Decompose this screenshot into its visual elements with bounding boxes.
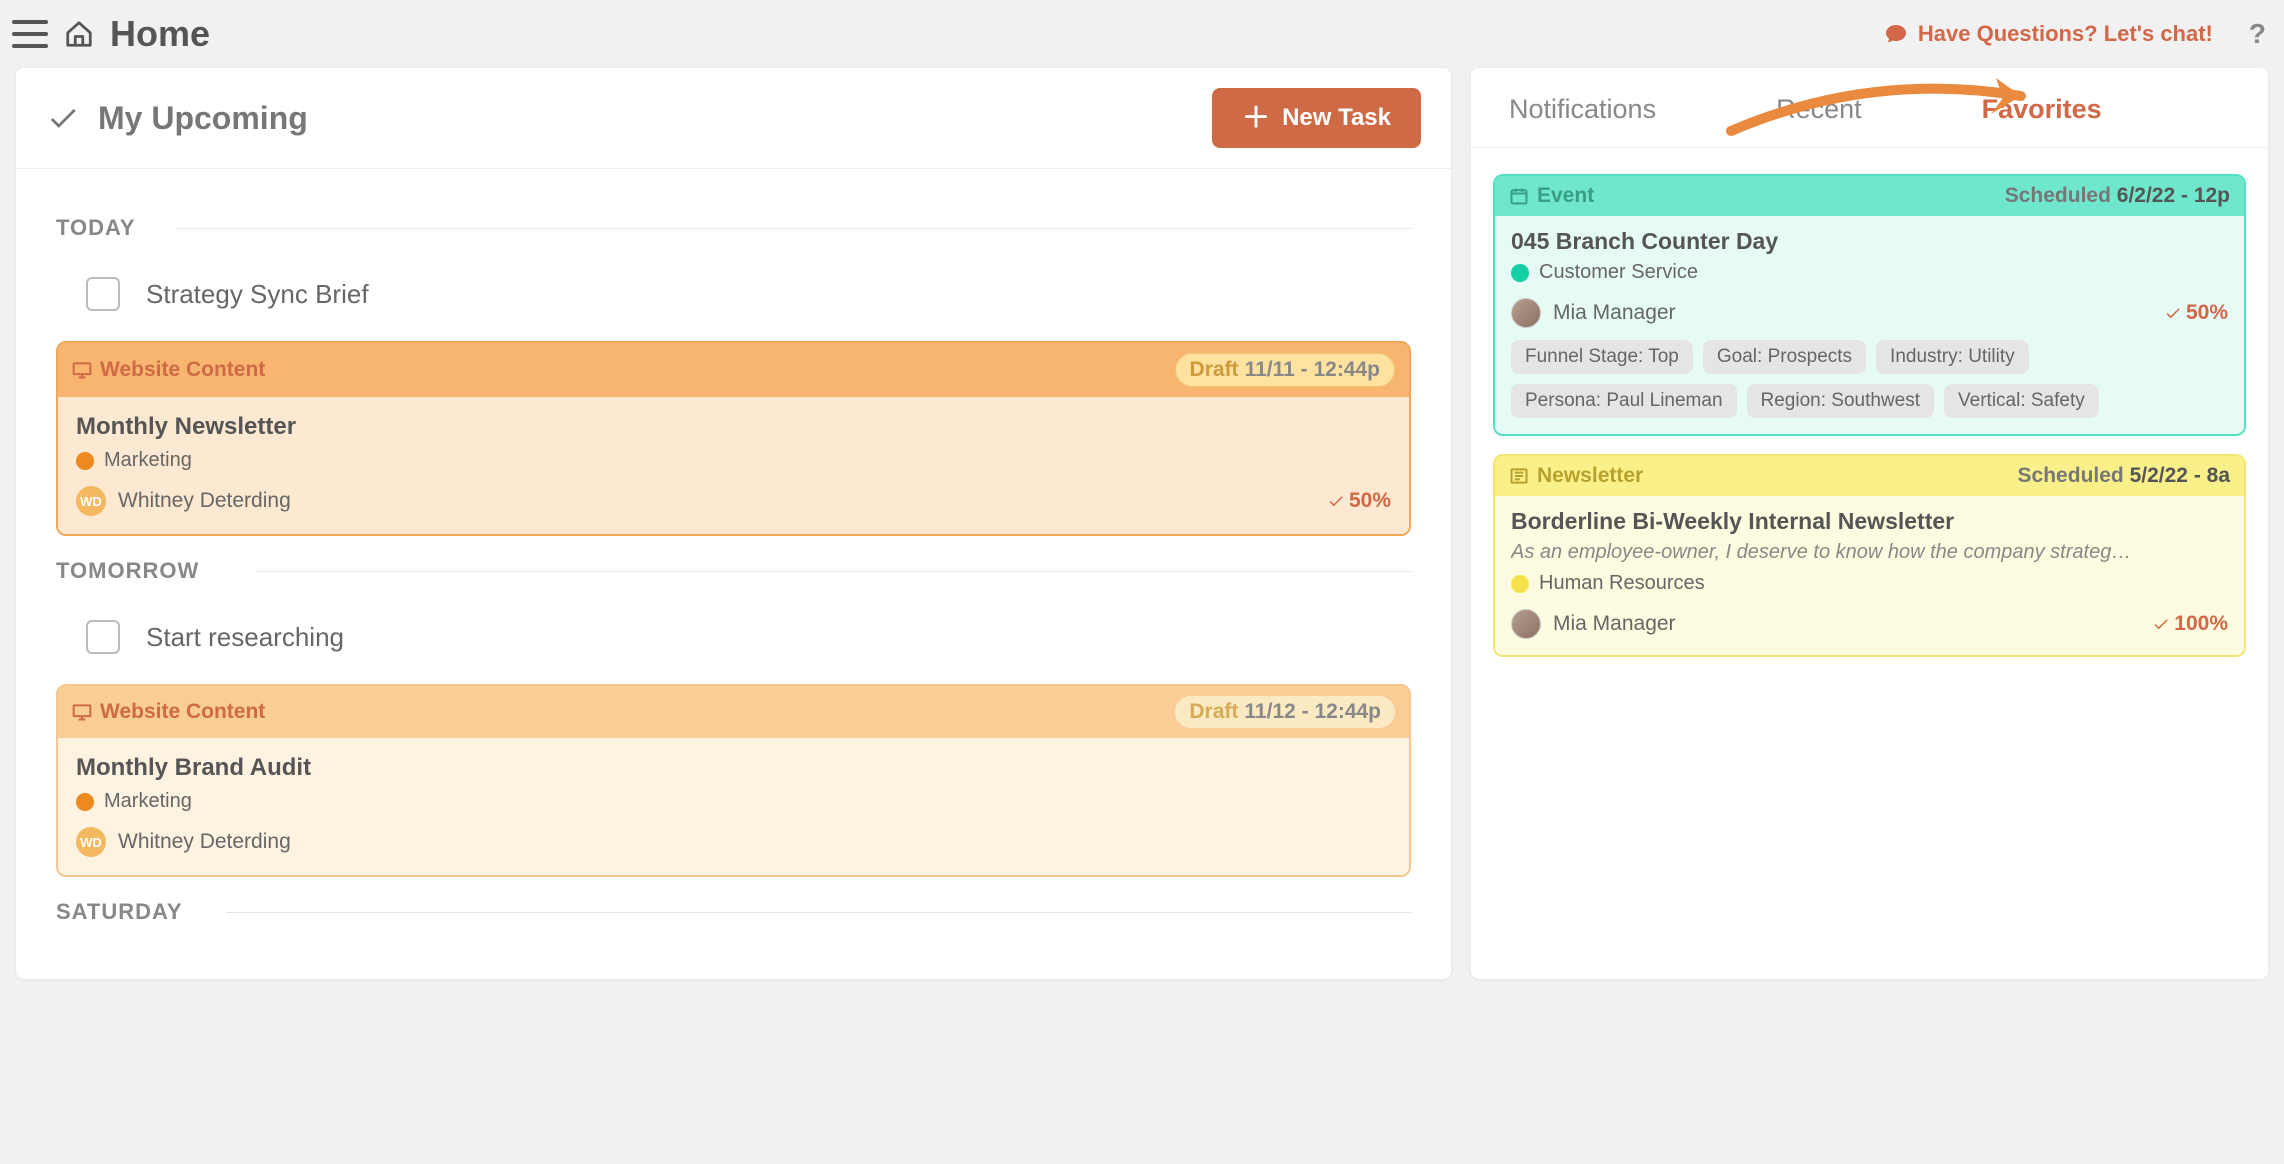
newsletter-icon (1509, 466, 1529, 486)
tag[interactable]: Industry: Utility (1876, 340, 2029, 374)
favorites-panel: Notifications Recent Favorites Event Sch… (1471, 68, 2268, 979)
day-heading-saturday: SATURDAY (56, 899, 1411, 925)
favorite-category: Customer Service (1511, 261, 2228, 284)
assignee-name: Mia Manager (1553, 301, 1676, 325)
topbar: Home Have Questions? Let's chat! ? (0, 0, 2284, 68)
category-label: Customer Service (1539, 261, 1698, 284)
scheduled-datetime: 6/2/22 - 12p (2117, 184, 2230, 207)
assignee-name: Whitney Deterding (118, 830, 291, 854)
progress-value: 50% (1349, 489, 1391, 513)
card-title: Monthly Newsletter (76, 413, 1391, 441)
avatar (1511, 609, 1541, 639)
avatar (1511, 298, 1541, 328)
help-icon[interactable]: ? (2249, 18, 2266, 50)
day-heading-today: TODAY (56, 215, 1411, 241)
tabs: Notifications Recent Favorites (1471, 68, 2268, 148)
card-title: Monthly Brand Audit (76, 754, 1391, 782)
tag[interactable]: Persona: Paul Lineman (1511, 384, 1737, 418)
color-dot (76, 452, 94, 470)
tag[interactable]: Region: Southwest (1747, 384, 1935, 418)
progress-value: 100% (2174, 612, 2228, 636)
chat-link-label: Have Questions? Let's chat! (1918, 21, 2213, 47)
task-row[interactable]: Strategy Sync Brief (56, 255, 1411, 333)
status-text: Draft (1189, 700, 1238, 724)
progress-indicator: 50% (2164, 301, 2228, 325)
card-type-label: Website Content (100, 358, 265, 382)
favorite-title: Borderline Bi-Weekly Internal Newsletter (1511, 508, 2228, 535)
task-label: Start researching (146, 622, 344, 653)
favorite-category: Human Resources (1511, 572, 2228, 595)
scheduled-label: Scheduled (2018, 464, 2124, 487)
content-card[interactable]: Website Content Draft 11/12 - 12:44p Mon… (56, 684, 1411, 877)
task-checkbox[interactable] (86, 620, 120, 654)
tag[interactable]: Goal: Prospects (1703, 340, 1866, 374)
page-title: Home (110, 13, 210, 55)
progress-indicator: 50% (1327, 489, 1391, 513)
favorite-type-label: Event (1537, 184, 1594, 208)
tag[interactable]: Vertical: Safety (1944, 384, 2099, 418)
color-dot (76, 793, 94, 811)
category-label: Human Resources (1539, 572, 1705, 595)
status-datetime: 11/11 - 12:44p (1245, 358, 1380, 382)
tab-favorites[interactable]: Favorites (1982, 94, 2102, 125)
assignee-name: Whitney Deterding (118, 489, 291, 513)
day-heading-tomorrow: TOMORROW (56, 558, 1411, 584)
upcoming-panel: My Upcoming ＋ New Task TODAY Strategy Sy… (16, 68, 1451, 979)
avatar: WD (76, 486, 106, 516)
status-datetime: 11/12 - 12:44p (1244, 700, 1381, 724)
card-category: Marketing (76, 449, 1391, 472)
favorite-description: As an employee-owner, I deserve to know … (1511, 541, 2228, 564)
avatar: WD (76, 827, 106, 857)
check-icon (2152, 615, 2170, 633)
tab-recent[interactable]: Recent (1776, 94, 1862, 125)
task-row[interactable]: Start researching (56, 598, 1411, 676)
tag[interactable]: Funnel Stage: Top (1511, 340, 1693, 374)
upcoming-heading: My Upcoming (98, 100, 308, 137)
check-icon (2164, 304, 2182, 322)
color-dot (1511, 264, 1529, 282)
favorite-card-event[interactable]: Event Scheduled 6/2/22 - 12p 045 Branch … (1493, 174, 2246, 436)
scheduled-datetime: 5/2/22 - 8a (2130, 464, 2230, 487)
chat-link[interactable]: Have Questions? Let's chat! (1884, 21, 2213, 47)
calendar-icon (1509, 186, 1529, 206)
home-icon[interactable] (64, 19, 94, 49)
status-pill: Draft 11/11 - 12:44p (1175, 353, 1395, 387)
tab-notifications[interactable]: Notifications (1509, 94, 1656, 125)
new-task-label: New Task (1282, 104, 1391, 132)
task-label: Strategy Sync Brief (146, 279, 369, 310)
monitor-icon (72, 702, 92, 722)
assignee-name: Mia Manager (1553, 612, 1676, 636)
status-text: Draft (1190, 358, 1239, 382)
progress-value: 50% (2186, 301, 2228, 325)
new-task-button[interactable]: ＋ New Task (1212, 88, 1421, 148)
status-pill: Draft 11/12 - 12:44p (1175, 696, 1395, 728)
category-label: Marketing (104, 449, 192, 472)
favorite-title: 045 Branch Counter Day (1511, 228, 2228, 255)
scheduled-label: Scheduled (2005, 184, 2111, 207)
favorite-type-label: Newsletter (1537, 464, 1643, 488)
menu-icon[interactable] (12, 20, 48, 48)
favorite-card-newsletter[interactable]: Newsletter Scheduled 5/2/22 - 8a Borderl… (1493, 454, 2246, 657)
color-dot (1511, 575, 1529, 593)
card-type-label: Website Content (100, 700, 265, 724)
monitor-icon (72, 360, 92, 380)
check-icon (46, 101, 80, 135)
category-label: Marketing (104, 790, 192, 813)
progress-indicator: 100% (2152, 612, 2228, 636)
content-card[interactable]: Website Content Draft 11/11 - 12:44p Mon… (56, 341, 1411, 536)
tag-row: Funnel Stage: Top Goal: Prospects Indust… (1511, 340, 2228, 418)
check-icon (1327, 492, 1345, 510)
chat-icon (1884, 22, 1908, 46)
task-checkbox[interactable] (86, 277, 120, 311)
card-category: Marketing (76, 790, 1391, 813)
